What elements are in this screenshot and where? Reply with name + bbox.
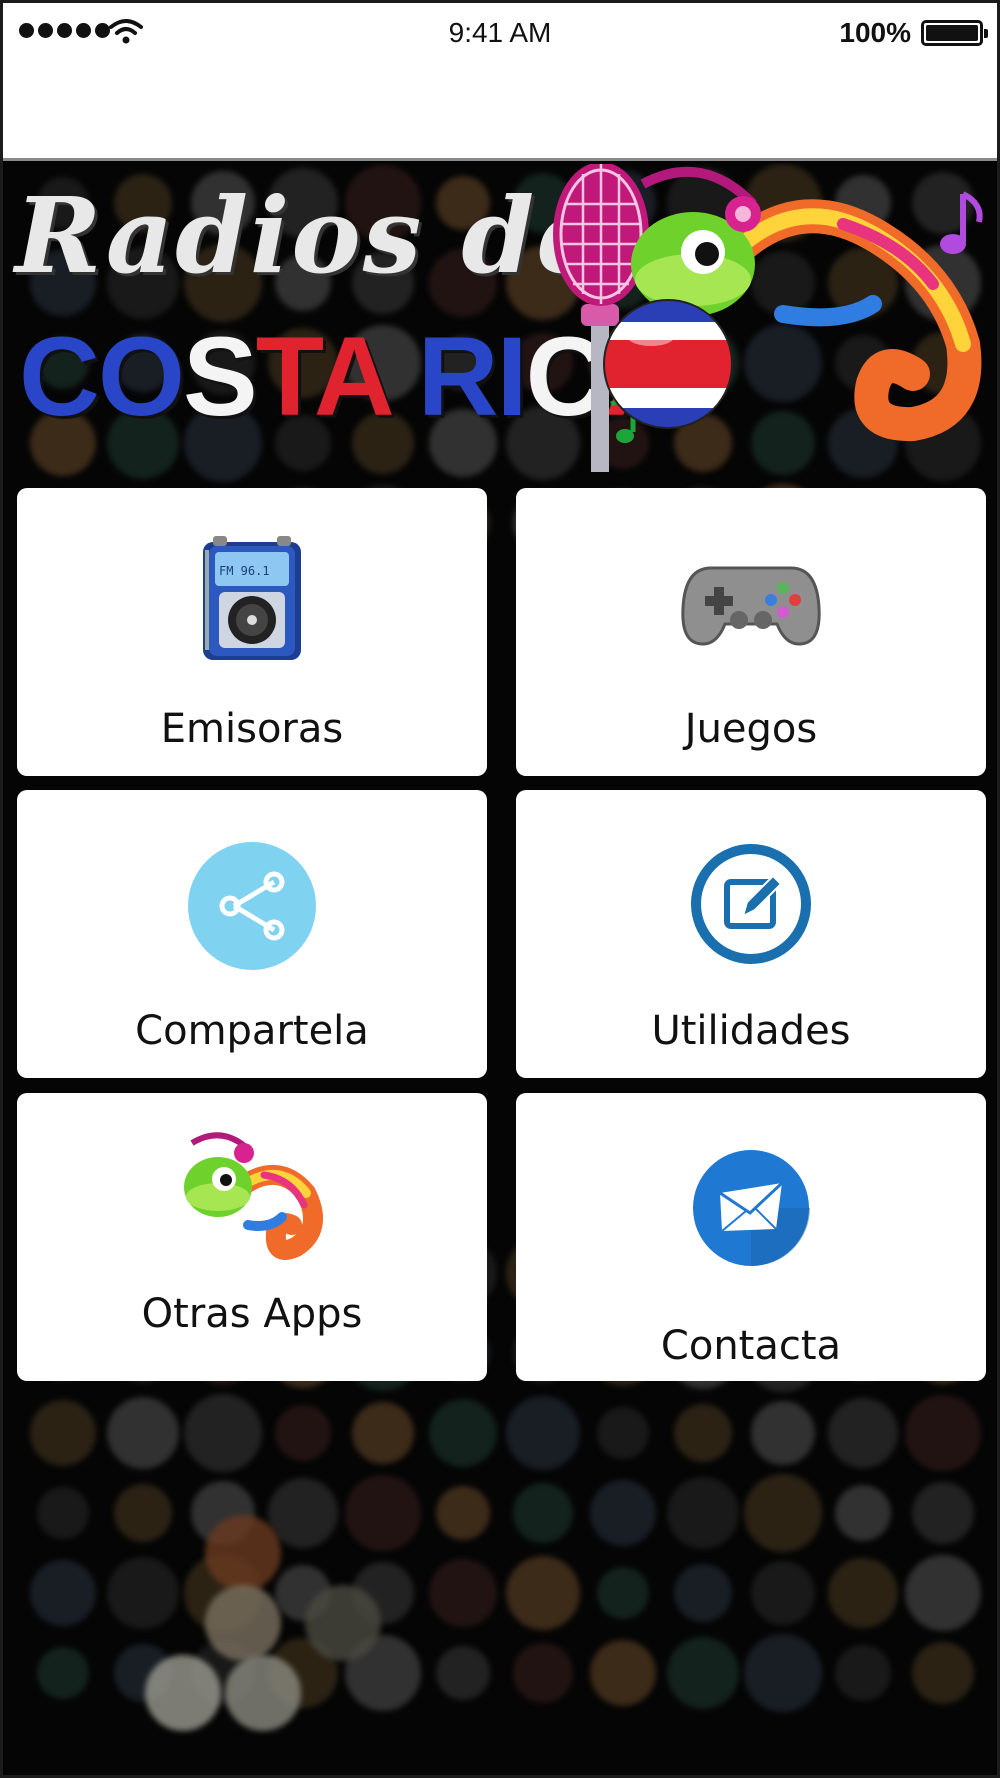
menu-tile-utilidades[interactable]: Utilidades (516, 790, 986, 1078)
app-banner: Radios de COSTA RICA (3, 164, 997, 472)
menu-tile-juegos[interactable]: Juegos (516, 488, 986, 776)
app-screen: 9:41 AM 100% Radios de COSTA RICA (0, 0, 1000, 1778)
menu-label-compartela: Compartela (135, 1008, 369, 1054)
banner-title-line1: Radios de (15, 174, 605, 297)
radio-icon: FM 96.1 (203, 536, 301, 660)
edit-icon (691, 844, 811, 964)
menu-label-contacta: Contacta (660, 1323, 842, 1369)
menu-label-emisoras: Emisoras (160, 706, 344, 752)
status-bar: 9:41 AM 100% (3, 3, 997, 161)
menu-label-otras-apps: Otras Apps (141, 1291, 363, 1337)
mail-icon (693, 1150, 810, 1267)
menu-label-juegos: Juegos (684, 706, 818, 752)
chameleon-icon (184, 1132, 323, 1260)
menu-tile-compartela[interactable]: Compartela (17, 790, 487, 1078)
menu-tile-emisoras[interactable]: FM 96.1 Emisoras (17, 488, 487, 776)
banner-title-part: RI (417, 314, 528, 439)
menu-tile-otras-apps[interactable]: Otras Apps (17, 1093, 487, 1381)
menu-label-utilidades: Utilidades (651, 1008, 851, 1054)
banner-title-part (389, 314, 418, 439)
costa-rica-flag-icon (603, 299, 733, 429)
battery-icon (921, 20, 988, 46)
banner-artwork (553, 164, 983, 472)
banner-title-part: TA (255, 314, 391, 439)
gamepad-icon (681, 566, 821, 646)
share-icon (188, 842, 316, 970)
menu-tile-contacta[interactable]: Contacta (516, 1093, 986, 1381)
battery-percent: 100% (839, 17, 911, 48)
banner-title-part: S (183, 314, 258, 439)
radio-screen-text: FM 96.1 (219, 564, 270, 578)
banner-title-part: CO (19, 314, 185, 439)
